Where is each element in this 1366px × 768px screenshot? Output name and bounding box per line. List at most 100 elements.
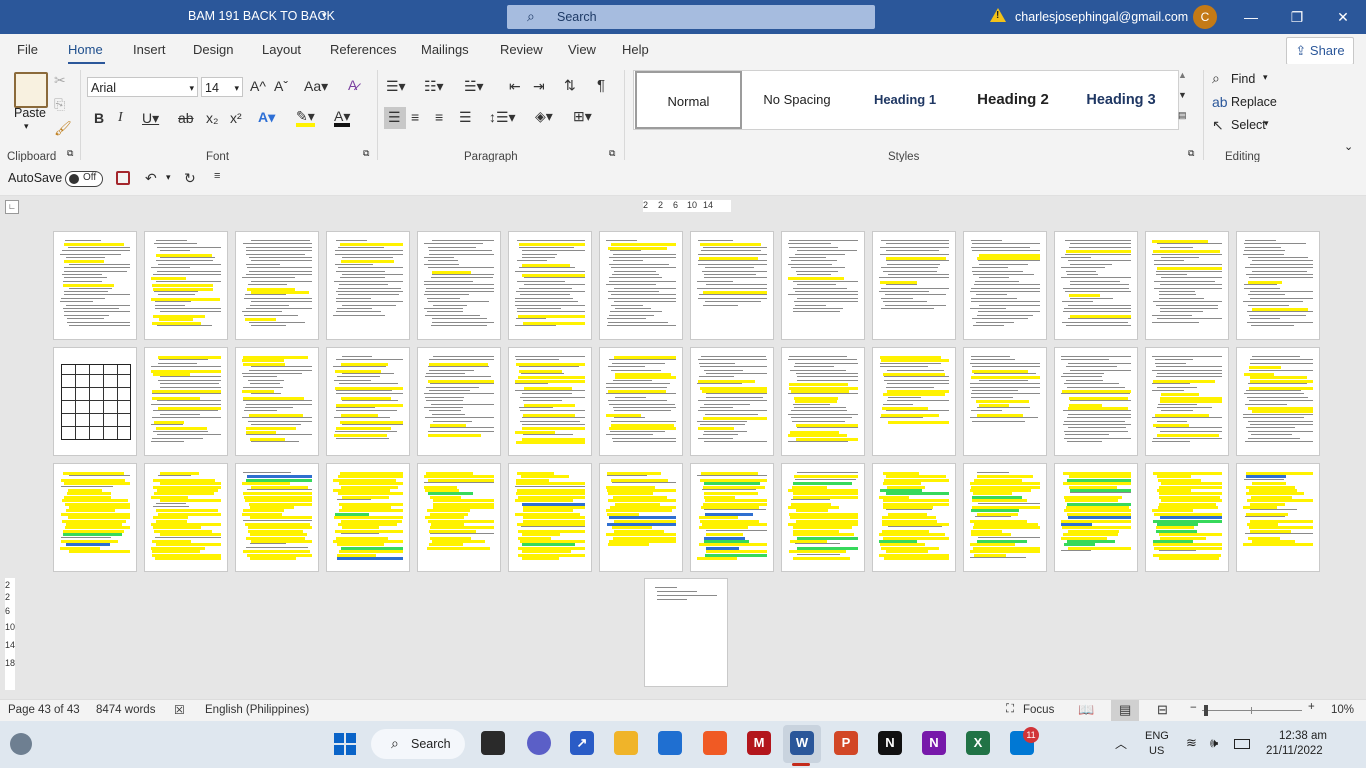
word-icon[interactable]: W — [790, 731, 814, 755]
page-thumbnail[interactable] — [1054, 231, 1138, 340]
focus-button[interactable]: Focus — [1023, 704, 1054, 716]
page-thumbnail[interactable] — [144, 463, 228, 572]
text-line — [342, 400, 398, 402]
page-thumbnail[interactable] — [326, 347, 410, 456]
start-button[interactable] — [334, 733, 356, 755]
page-thumbnail[interactable] — [417, 463, 501, 572]
mcafee-icon[interactable]: M — [747, 731, 771, 755]
page-thumbnail[interactable] — [872, 463, 956, 572]
web-layout-icon[interactable]: ⊟ — [1157, 702, 1168, 718]
text-line — [1065, 253, 1131, 255]
clock-time[interactable]: 12:38 am — [1279, 730, 1327, 742]
page-thumbnail[interactable] — [235, 231, 319, 340]
weather-icon[interactable] — [10, 733, 32, 755]
page-thumbnail[interactable] — [53, 347, 137, 456]
page-thumbnail[interactable] — [963, 231, 1047, 340]
file-explorer-icon[interactable] — [614, 731, 638, 755]
page-thumbnail[interactable] — [963, 347, 1047, 456]
document-canvas[interactable] — [0, 0, 1366, 699]
teams-chat-icon[interactable] — [527, 731, 551, 755]
page-thumbnail[interactable] — [1236, 463, 1320, 572]
page-thumbnail[interactable] — [599, 463, 683, 572]
page-thumbnail[interactable] — [781, 347, 865, 456]
page-thumbnail[interactable] — [872, 231, 956, 340]
page-thumbnail[interactable] — [599, 347, 683, 456]
text-line — [795, 304, 826, 306]
app-icon[interactable]: ↗ — [570, 731, 594, 755]
page-thumbnail[interactable] — [1236, 347, 1320, 456]
print-layout-button[interactable]: ▤ — [1111, 700, 1139, 721]
text-line — [63, 280, 102, 282]
language-top[interactable]: ENG — [1145, 730, 1169, 742]
text-line — [1068, 260, 1131, 262]
page-thumbnail[interactable] — [690, 231, 774, 340]
zoom-level[interactable]: 10% — [1331, 704, 1354, 716]
text-line — [971, 410, 1002, 412]
page-thumbnail[interactable] — [781, 231, 865, 340]
language[interactable]: English (Philippines) — [205, 704, 309, 716]
store-icon[interactable] — [658, 731, 682, 755]
page-thumbnail[interactable] — [872, 347, 956, 456]
page-thumbnail[interactable] — [417, 231, 501, 340]
page-thumbnail[interactable] — [1054, 463, 1138, 572]
page-thumbnail[interactable] — [326, 231, 410, 340]
page-thumbnail[interactable] — [1054, 347, 1138, 456]
page-thumbnail[interactable] — [508, 231, 592, 340]
wifi-icon[interactable]: ≋ — [1186, 735, 1197, 751]
page-thumbnail[interactable] — [1145, 347, 1229, 456]
search-icon: ⌕ — [391, 735, 399, 751]
zoom-in-icon[interactable]: + — [1308, 701, 1315, 713]
page-thumbnail[interactable] — [599, 231, 683, 340]
page-thumbnail[interactable] — [781, 463, 865, 572]
page-thumbnail[interactable] — [144, 347, 228, 456]
powerpoint-icon[interactable]: P — [834, 731, 858, 755]
volume-icon[interactable]: 🕪 — [1210, 735, 1218, 751]
text-line — [883, 301, 927, 303]
page-thumbnail[interactable] — [508, 347, 592, 456]
page-thumbnail[interactable] — [690, 347, 774, 456]
page-thumbnail[interactable] — [326, 463, 410, 572]
word-count[interactable]: 8474 words — [96, 704, 155, 716]
proofing-icon[interactable]: ☒ — [174, 703, 185, 717]
taskbar-search[interactable]: ⌕ Search — [371, 729, 465, 759]
page-count[interactable]: Page 43 of 43 — [8, 704, 80, 716]
page-thumbnail[interactable] — [508, 463, 592, 572]
text-line — [151, 267, 190, 269]
page-thumbnail[interactable] — [53, 463, 137, 572]
text-line — [1244, 478, 1284, 480]
notion-icon[interactable]: N — [878, 731, 902, 755]
text-line — [797, 274, 831, 275]
zoom-out-icon[interactable]: − — [1190, 702, 1197, 714]
text-line — [66, 304, 130, 306]
page-thumbnail[interactable] — [1145, 231, 1229, 340]
text-line — [609, 403, 675, 405]
page-thumbnail[interactable] — [963, 463, 1047, 572]
page-thumbnail[interactable] — [53, 231, 137, 340]
zoom-slider-thumb[interactable] — [1204, 705, 1208, 716]
read-mode-icon[interactable]: 📖 — [1078, 702, 1094, 718]
brave-browser-icon[interactable] — [703, 731, 727, 755]
battery-icon[interactable] — [1234, 739, 1250, 749]
tray-overflow-icon[interactable]: ︿ — [1115, 735, 1127, 752]
page-thumbnail[interactable] — [417, 347, 501, 456]
page-thumbnail[interactable] — [235, 347, 319, 456]
text-line — [336, 393, 403, 395]
page-thumbnail[interactable] — [690, 463, 774, 572]
task-view-icon[interactable] — [481, 731, 505, 755]
page-thumbnail[interactable] — [144, 231, 228, 340]
text-line — [612, 274, 659, 275]
text-line — [427, 297, 460, 299]
text-line — [517, 308, 561, 309]
language-bottom[interactable]: US — [1149, 745, 1164, 757]
clock-date[interactable]: 21/11/2022 — [1266, 745, 1323, 757]
text-line — [160, 311, 221, 313]
zoom-slider[interactable] — [1202, 705, 1302, 716]
page-thumbnail[interactable] — [1236, 231, 1320, 340]
text-line — [426, 386, 479, 388]
onenote-icon[interactable]: N — [922, 731, 946, 755]
page-thumbnail[interactable] — [1145, 463, 1229, 572]
page-thumbnail[interactable] — [235, 463, 319, 572]
excel-icon[interactable]: X — [966, 731, 990, 755]
page-thumbnail-last[interactable] — [644, 578, 728, 687]
text-line — [523, 400, 562, 402]
